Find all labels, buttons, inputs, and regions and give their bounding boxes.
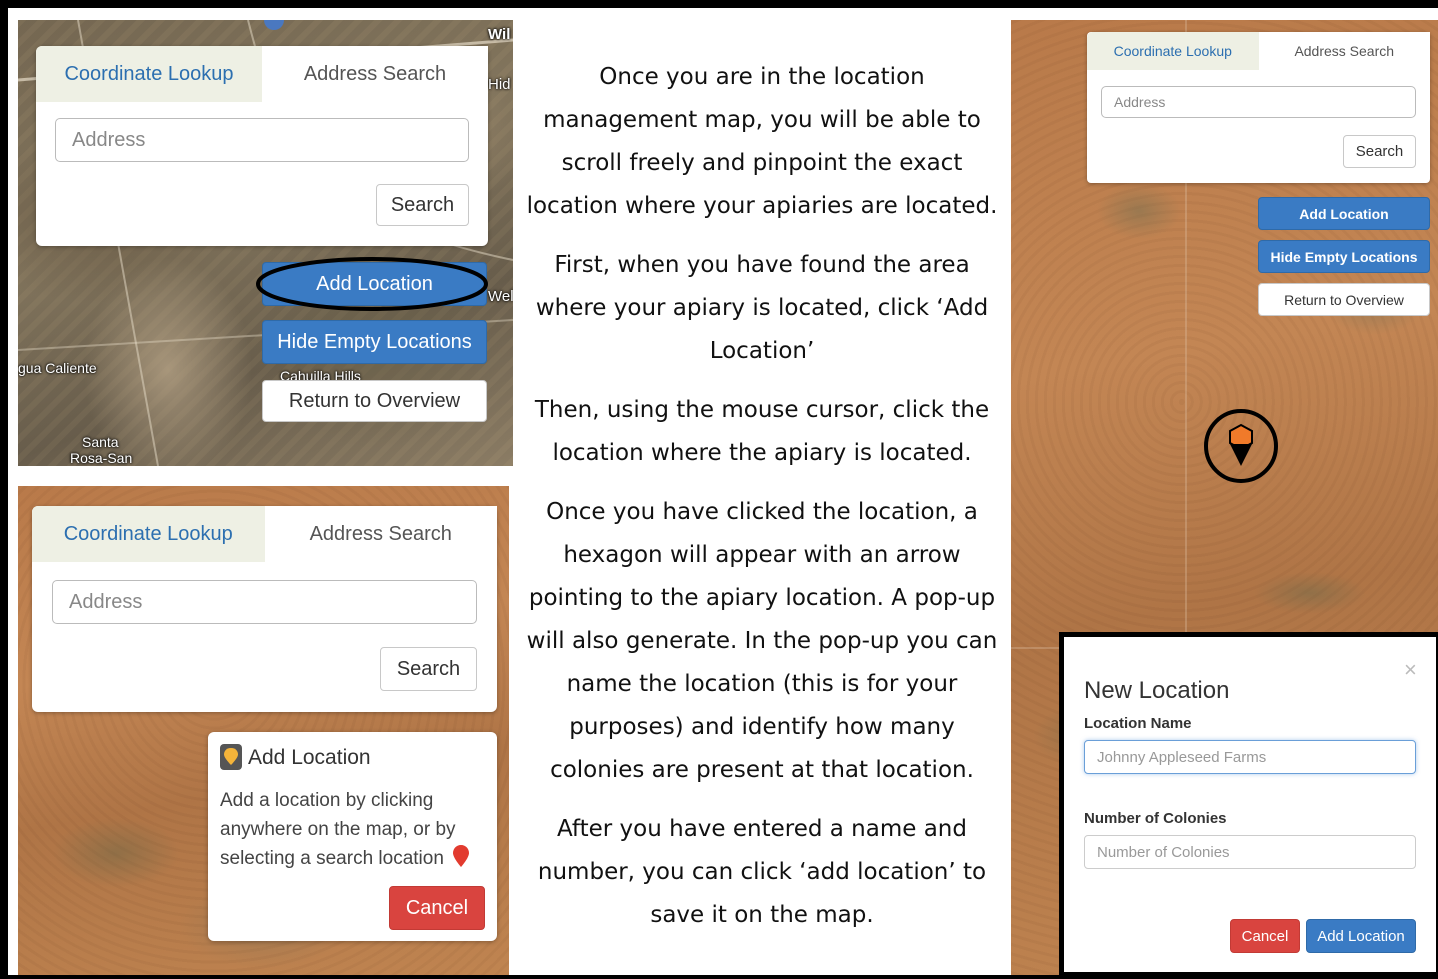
map-label-santa: Santa: [82, 434, 119, 450]
hide-empty-locations-button[interactable]: Hide Empty Locations: [262, 320, 487, 364]
instructions-text: Once you are in the location management …: [514, 20, 1010, 975]
instruction-paragraph: Then, using the mouse cursor, click the …: [534, 397, 990, 466]
modal-title: New Location: [1084, 677, 1230, 704]
add-location-button[interactable]: Add Location: [1258, 197, 1430, 230]
map-panel-new-location[interactable]: Coordinate Lookup Address Search Address…: [1011, 20, 1438, 975]
location-pin-icon: [220, 744, 242, 770]
red-pin-icon: [452, 844, 470, 873]
tab-address-search[interactable]: Address Search: [1258, 32, 1430, 70]
address-input[interactable]: Address: [1101, 86, 1416, 118]
add-location-submit-button[interactable]: Add Location: [1306, 919, 1416, 953]
instruction-paragraph: Once you are in the location management …: [526, 64, 998, 219]
map-panel-city[interactable]: Wil Hid Wel gua Caliente Cahuilla Hills …: [18, 20, 513, 466]
map-panel-add-location[interactable]: Coordinate Lookup Address Search Address…: [18, 486, 509, 975]
popup-title: Add Location: [248, 746, 371, 769]
tab-coordinate-lookup[interactable]: Coordinate Lookup: [1087, 32, 1259, 70]
tab-coordinate-lookup[interactable]: Coordinate Lookup: [36, 46, 262, 102]
map-label-hid: Hid: [488, 76, 511, 93]
map-label-wil: Wil: [488, 26, 511, 43]
search-button[interactable]: Search: [376, 184, 469, 226]
number-of-colonies-label: Number of Colonies: [1084, 810, 1227, 827]
instruction-paragraph: First, when you have found the area wher…: [535, 252, 989, 364]
popup-body: Add a location by clicking anywhere on t…: [220, 790, 456, 869]
instruction-paragraph: After you have entered a name and number…: [537, 816, 987, 928]
close-icon[interactable]: ×: [1404, 657, 1417, 683]
search-widget: Coordinate Lookup Address Search Address…: [36, 46, 488, 246]
hexagon-marker-icon[interactable]: [1201, 406, 1281, 486]
cancel-button[interactable]: Cancel: [1230, 919, 1300, 953]
search-widget: Coordinate Lookup Address Search Address…: [32, 506, 497, 712]
cancel-button[interactable]: Cancel: [389, 886, 485, 930]
location-name-input[interactable]: Johnny Appleseed Farms: [1084, 740, 1416, 774]
add-location-popup: Add Location Add a location by clicking …: [208, 732, 497, 941]
tab-coordinate-lookup[interactable]: Coordinate Lookup: [32, 506, 265, 562]
address-input[interactable]: Address: [52, 580, 477, 624]
address-input[interactable]: Address: [55, 118, 469, 162]
instruction-paragraph: Once you have clicked the location, a he…: [526, 499, 998, 783]
return-to-overview-button[interactable]: Return to Overview: [262, 380, 487, 422]
search-widget: Coordinate Lookup Address Search Address…: [1087, 32, 1430, 183]
search-button[interactable]: Search: [1343, 135, 1416, 168]
highlight-ellipse: [256, 257, 488, 311]
map-label-agua-caliente: gua Caliente: [18, 360, 97, 376]
location-name-label: Location Name: [1084, 715, 1192, 732]
new-location-modal: × New Location Location Name Johnny Appl…: [1059, 632, 1438, 975]
return-to-overview-button[interactable]: Return to Overview: [1258, 283, 1430, 316]
tab-address-search[interactable]: Address Search: [262, 46, 488, 102]
number-of-colonies-input[interactable]: Number of Colonies: [1084, 835, 1416, 869]
tab-address-search[interactable]: Address Search: [264, 506, 497, 562]
map-label-rosa-san: Rosa-San: [70, 450, 133, 466]
search-button[interactable]: Search: [380, 647, 477, 691]
hide-empty-locations-button[interactable]: Hide Empty Locations: [1258, 240, 1430, 273]
